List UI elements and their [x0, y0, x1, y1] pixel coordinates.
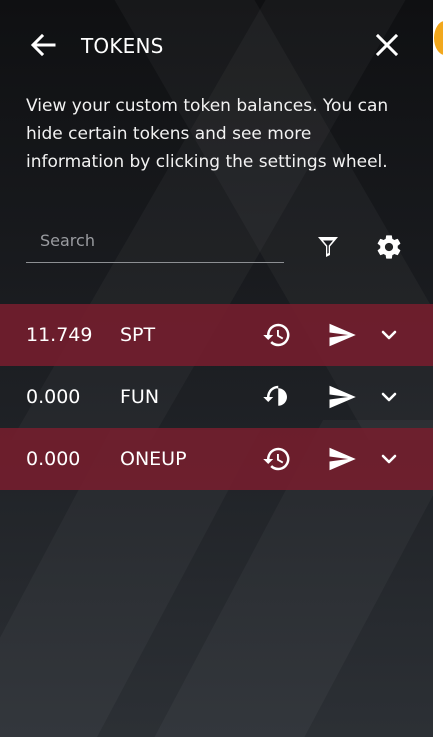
history-button[interactable]: [260, 318, 294, 352]
back-button[interactable]: [28, 30, 58, 60]
history-icon: [263, 447, 290, 471]
arrow-left-icon: [30, 33, 56, 57]
token-symbol: SPT: [120, 324, 156, 346]
send-icon: [329, 323, 356, 347]
token-list: 11.749 SPT 0.000 FUN 0.000 ONEUP: [0, 304, 433, 490]
expand-button[interactable]: [372, 442, 406, 476]
token-balance: 11.749: [26, 324, 93, 346]
filter-button[interactable]: [314, 232, 342, 260]
filter-icon: [318, 237, 338, 257]
history-icon: [263, 323, 290, 347]
drawer-header: TOKENS: [0, 22, 433, 68]
token-symbol: FUN: [120, 386, 160, 408]
description-text: View your custom token balances. You can…: [26, 96, 389, 172]
send-button[interactable]: [325, 318, 359, 352]
search-field: [26, 222, 284, 263]
background-badge: [434, 21, 443, 55]
send-button[interactable]: [325, 442, 359, 476]
chevron-down-icon: [381, 454, 397, 464]
token-balance: 0.000: [26, 448, 81, 470]
history-icon: [263, 385, 287, 406]
history-button[interactable]: [260, 380, 294, 414]
expand-button[interactable]: [372, 318, 406, 352]
tokens-drawer: TOKENS View your custom token balances. …: [0, 0, 433, 737]
history-button[interactable]: [260, 442, 294, 476]
background-page: [433, 0, 443, 737]
close-icon: [375, 33, 399, 57]
token-balance: 0.000: [26, 386, 81, 408]
chevron-down-icon: [381, 392, 397, 402]
chevron-down-icon: [381, 330, 397, 340]
settings-button[interactable]: [374, 232, 404, 262]
page-title: TOKENS: [81, 34, 164, 58]
token-row-fun: 0.000 FUN: [0, 366, 433, 428]
expand-button[interactable]: [372, 380, 406, 414]
gear-icon: [377, 235, 401, 259]
send-icon: [329, 447, 356, 471]
send-button[interactable]: [325, 380, 359, 414]
search-input[interactable]: [26, 222, 284, 258]
send-icon: [329, 385, 356, 409]
close-button[interactable]: [372, 30, 402, 60]
token-row-spt: 11.749 SPT: [0, 304, 433, 366]
token-symbol: ONEUP: [120, 448, 187, 470]
token-row-oneup: 0.000 ONEUP: [0, 428, 433, 490]
